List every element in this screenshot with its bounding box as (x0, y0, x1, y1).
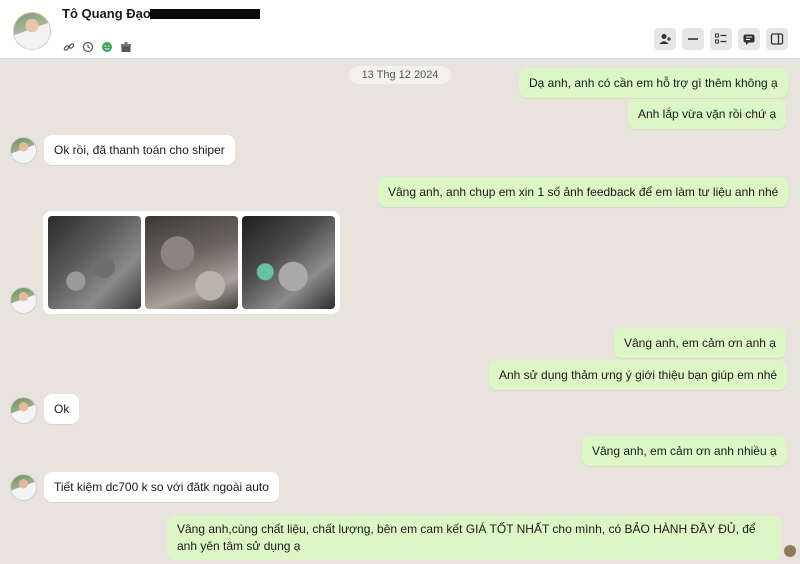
message-outgoing[interactable]: Vâng anh,cùng chất liệu, chất lượng, bên… (167, 516, 781, 560)
message-outgoing[interactable]: Vâng anh, em cảm ơn anh ạ (614, 328, 786, 358)
message-outgoing[interactable]: Dạ anh, anh có cần em hỗ trợ gì thêm khô… (519, 68, 788, 98)
header-icon-row (62, 40, 132, 53)
list-icon (715, 33, 727, 44)
feedback-photo-1[interactable] (48, 216, 141, 309)
contact-avatar-small[interactable] (10, 397, 37, 424)
feedback-photo-2[interactable] (145, 216, 238, 309)
contact-name[interactable]: Tô Quang Đạo (62, 6, 151, 21)
chat-icon (743, 34, 755, 45)
sidebar-icon (770, 33, 784, 45)
photo-message (43, 211, 340, 314)
sidebar-toggle-button[interactable] (766, 28, 788, 50)
chat-button[interactable] (738, 28, 760, 50)
redacted-info (150, 9, 260, 19)
add-member-button[interactable] (654, 28, 676, 50)
message-outgoing[interactable]: Anh sử dụng thảm ưng ý giới thiệu bạn gi… (489, 360, 788, 390)
date-separator: 13 Thg 12 2024 (349, 66, 451, 84)
message-outgoing[interactable]: Vâng anh, anh chụp em xin 1 số ảnh feedb… (378, 177, 789, 207)
message-outgoing[interactable]: Anh lắp vừa vặn rồi chứ ạ (628, 99, 787, 129)
contact-avatar-small[interactable] (10, 137, 37, 164)
feedback-photo-3[interactable] (242, 216, 335, 309)
message-incoming[interactable]: Tiết kiệm dc700 k so với đătk ngoài auto (44, 472, 279, 502)
message-outgoing[interactable]: Vâng anh, em cảm ơn anh nhiều ạ (582, 436, 787, 466)
header-tools (654, 28, 788, 50)
store-icon[interactable] (119, 40, 132, 53)
message-incoming[interactable]: Ok rồi, đã thanh toán cho shiper (44, 135, 235, 165)
add-member-icon (659, 34, 671, 44)
contact-avatar[interactable] (13, 12, 51, 50)
face-icon[interactable] (100, 40, 113, 53)
link-icon[interactable] (62, 40, 75, 53)
contact-avatar-small[interactable] (10, 474, 37, 501)
minimize-button[interactable] (682, 28, 704, 50)
message-incoming[interactable]: Ok (44, 394, 80, 424)
list-button[interactable] (710, 28, 732, 50)
contact-avatar-small[interactable] (10, 287, 37, 314)
chat-header: Tô Quang Đạo (0, 0, 800, 59)
minimize-icon (688, 38, 698, 40)
history-icon[interactable] (81, 40, 94, 53)
reaction-icon[interactable] (784, 545, 796, 557)
